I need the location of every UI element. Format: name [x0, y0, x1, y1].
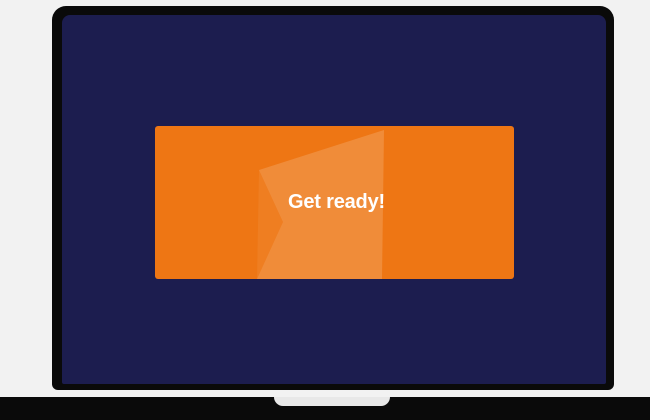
page: Get ready!: [0, 0, 650, 420]
get-ready-text: Get ready!: [288, 191, 385, 213]
laptop-notch: [274, 397, 390, 406]
get-ready-banner: Get ready!: [155, 126, 514, 279]
